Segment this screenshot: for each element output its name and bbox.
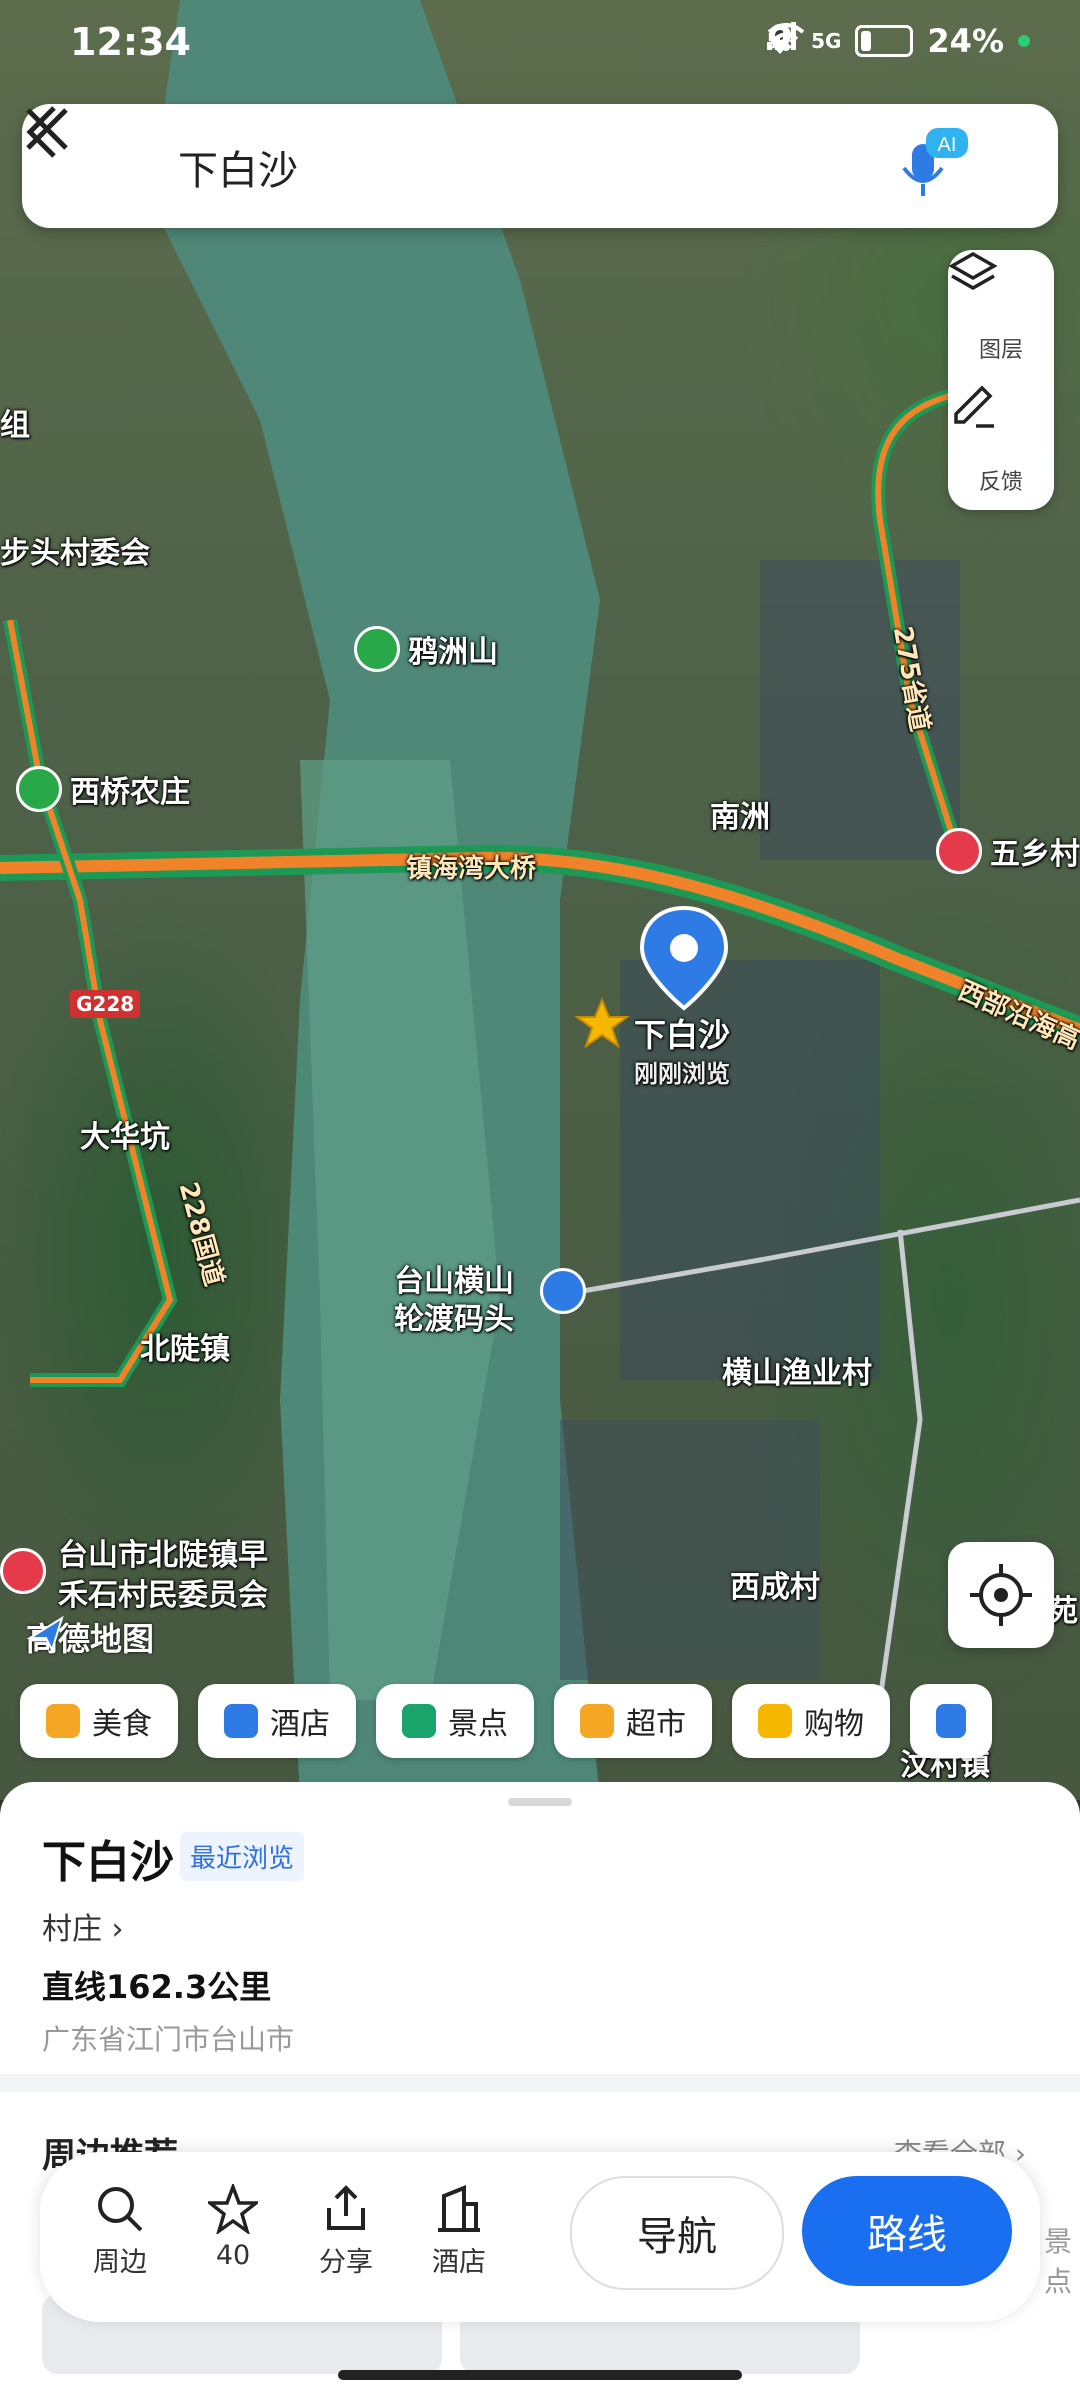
highway-shield: G228 xyxy=(70,990,141,1018)
search-icon xyxy=(98,2187,143,2232)
around-button[interactable]: 周边 xyxy=(70,2184,170,2279)
search-query[interactable]: 下白沙 xyxy=(178,138,298,196)
place-label[interactable]: 北陡镇 xyxy=(140,1324,230,1368)
layers-button[interactable]: 图层 xyxy=(948,250,1054,370)
anchor-icon[interactable] xyxy=(540,1268,586,1314)
chip-food[interactable]: 美食 xyxy=(20,1684,178,1758)
status-bar: 12:34 5G 5G 24% xyxy=(0,0,1080,90)
place-title: 下白沙 xyxy=(42,1837,174,1888)
selected-location-pin[interactable] xyxy=(634,904,734,1014)
category-chips: 美食 酒店 景点 超市 购物 xyxy=(20,1684,992,1758)
star-icon xyxy=(936,828,982,874)
locate-button[interactable] xyxy=(948,1542,1054,1648)
battery-percent: 24% xyxy=(927,22,1004,60)
map-logo: 高德地图 xyxy=(26,1614,154,1660)
search-bar[interactable]: 下白沙 AI xyxy=(22,104,1058,228)
battery-icon xyxy=(855,25,914,57)
drag-handle[interactable] xyxy=(508,1798,572,1806)
star-icon xyxy=(574,997,630,1049)
chip-scenic[interactable]: 景点 xyxy=(376,1684,534,1758)
favorite-button[interactable]: 40 xyxy=(183,2184,283,2271)
status-time: 12:34 xyxy=(70,20,191,64)
building-icon xyxy=(224,1704,258,1738)
edit-icon xyxy=(954,385,994,428)
place-label[interactable]: 台山市北陡镇早 xyxy=(58,1530,268,1574)
place-label[interactable]: 大华坑 xyxy=(80,1112,170,1156)
layers-label: 图层 xyxy=(978,338,1023,363)
hotel-button[interactable]: 酒店 xyxy=(409,2184,509,2279)
map-tools-panel: 图层 反馈 xyxy=(948,250,1054,510)
star-outline-icon xyxy=(208,2184,258,2234)
ai-badge: AI xyxy=(938,134,957,156)
chip-shopping[interactable]: 购物 xyxy=(732,1684,890,1758)
place-label[interactable]: 西成村 xyxy=(730,1562,820,1606)
poi-farm[interactable]: 西桥农庄 xyxy=(16,766,190,812)
bag-icon xyxy=(758,1704,792,1738)
navigate-button[interactable]: 导航 xyxy=(570,2176,784,2290)
place-label[interactable]: 横山渔业村 xyxy=(722,1348,872,1392)
place-category[interactable]: 村庄 › xyxy=(42,1904,124,1948)
divider xyxy=(0,2074,1080,2092)
feedback-button[interactable]: 反馈 xyxy=(948,382,1054,502)
star-icon[interactable] xyxy=(0,1548,46,1594)
pavilion-icon xyxy=(402,1704,436,1738)
mountain-icon xyxy=(354,626,400,672)
selected-place-sub: 刚刚浏览 xyxy=(634,1060,730,1088)
cart-icon xyxy=(580,1704,614,1738)
chip-hotel[interactable]: 酒店 xyxy=(198,1684,356,1758)
route-button[interactable]: 路线 xyxy=(802,2176,1012,2286)
close-icon[interactable] xyxy=(22,104,72,154)
wifi-icon xyxy=(767,23,804,51)
address: 广东省江门市台山市 xyxy=(42,2023,295,2056)
poi-mountain[interactable]: 鸦洲山 xyxy=(354,626,498,672)
action-bar: 周边 40 分享 酒店 导航 路线 xyxy=(40,2152,1040,2322)
microphone-icon: AI xyxy=(902,128,968,196)
ferry-label-2[interactable]: 轮渡码头 xyxy=(394,1294,514,1338)
share-button[interactable]: 分享 xyxy=(296,2184,396,2279)
place-label[interactable]: 南洲 xyxy=(710,792,770,836)
signal-2-label: 5G xyxy=(811,29,842,53)
road-label: 镇海湾大桥 xyxy=(406,854,537,884)
tree-icon xyxy=(16,766,62,812)
chip-parking[interactable] xyxy=(910,1684,992,1758)
chip-supermarket[interactable]: 超市 xyxy=(554,1684,712,1758)
layers-icon xyxy=(948,251,998,291)
poi-village[interactable]: 五乡村 xyxy=(936,828,1080,874)
parking-icon xyxy=(936,1704,966,1738)
selected-place-name[interactable]: 下白沙 xyxy=(634,1010,730,1056)
amap-logo-icon xyxy=(26,1615,64,1653)
fork-icon xyxy=(46,1704,80,1738)
hotel-icon xyxy=(438,2185,480,2232)
home-indicator[interactable] xyxy=(338,2370,742,2380)
recent-tag: 最近浏览 xyxy=(180,1832,305,1881)
charging-dot xyxy=(1018,35,1030,47)
place-label[interactable]: 组 xyxy=(0,400,30,444)
edge-label: 景点 xyxy=(1044,2225,1073,2298)
distance: 直线162.3公里 xyxy=(42,1968,272,2006)
crosshair-icon xyxy=(970,1564,1032,1626)
place-label[interactable]: 步头村委会 xyxy=(0,528,150,572)
ai-voice-button[interactable]: AI xyxy=(892,124,972,204)
share-icon xyxy=(327,2185,365,2230)
feedback-label: 反馈 xyxy=(978,470,1023,495)
map-view[interactable]: 12:34 5G 5G 24% 下白沙 AI xyxy=(0,0,1080,1800)
place-label[interactable]: 禾石村民委员会 xyxy=(58,1570,268,1614)
